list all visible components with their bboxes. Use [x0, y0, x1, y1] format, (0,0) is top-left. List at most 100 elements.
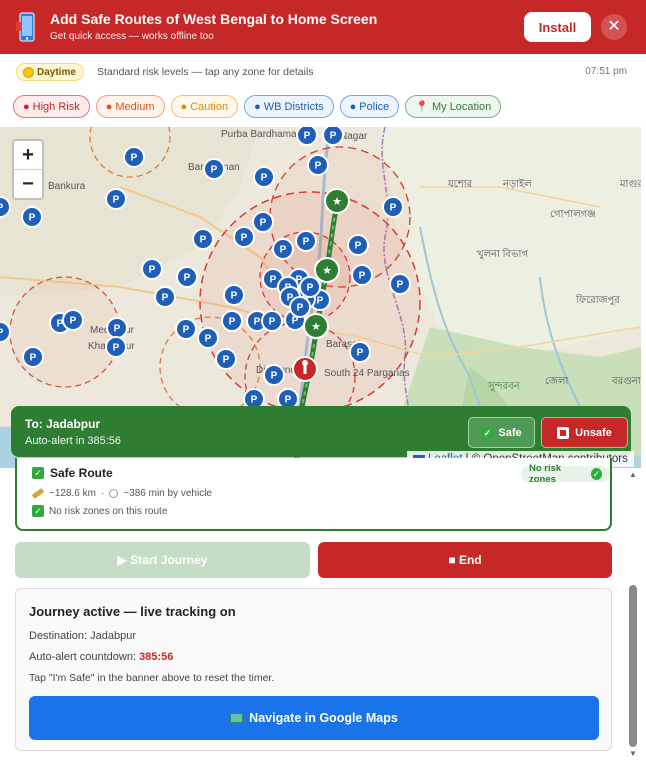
police-marker-icon[interactable]: P [289, 296, 311, 318]
install-banner-title: Add Safe Routes of West Bengal to Home S… [50, 11, 378, 27]
svg-text:P: P [231, 291, 238, 302]
svg-text:P: P [269, 317, 276, 328]
svg-text:P: P [30, 353, 37, 364]
zoom-control: + − [12, 139, 44, 200]
filter-my-location[interactable]: 📍 My Location [405, 95, 502, 118]
install-banner-subtitle: Get quick access — works offline too [50, 31, 214, 42]
check-icon: ✓ [32, 467, 44, 479]
zoom-in-button[interactable]: + [14, 141, 42, 170]
svg-text:P: P [271, 371, 278, 382]
police-marker-icon[interactable]: P [299, 276, 321, 298]
end-journey-button[interactable]: ■ End [318, 542, 612, 578]
unsafe-button[interactable]: Unsafe [541, 417, 628, 448]
police-marker-icon[interactable]: P [154, 286, 176, 308]
route-alert-banner: To: Jadabpur Auto-alert in 385:56 ✓ Safe… [11, 406, 631, 457]
svg-text:P: P [113, 343, 120, 354]
unsafe-button-label: Unsafe [575, 426, 612, 439]
route-card-title: ✓ Safe Route [32, 466, 113, 480]
scrollbar-thumb[interactable] [629, 585, 637, 747]
police-marker-icon[interactable]: P [261, 310, 283, 332]
svg-text:P: P [183, 325, 190, 336]
svg-text:P: P [355, 241, 362, 252]
svg-text:P: P [29, 213, 36, 224]
svg-text:P: P [223, 355, 230, 366]
install-banner: Add Safe Routes of West Bengal to Home S… [0, 0, 646, 54]
police-marker-icon[interactable]: P [349, 341, 371, 363]
close-banner-button[interactable]: ✕ [601, 14, 627, 40]
filter-caution[interactable]: ● Caution [170, 95, 239, 118]
daytime-badge: Daytime [16, 63, 84, 81]
police-marker-icon[interactable]: P [295, 230, 317, 252]
police-marker-icon[interactable]: P [389, 273, 411, 295]
svg-text:P: P [359, 271, 366, 282]
police-marker-icon[interactable]: P [141, 258, 163, 280]
svg-text:P: P [357, 348, 364, 359]
map-label: Nagar [340, 131, 368, 142]
safe-button-label: Safe [498, 426, 522, 439]
chip-label: High Risk [32, 100, 80, 113]
police-marker-icon[interactable]: P [192, 228, 214, 250]
police-marker-icon[interactable]: P [221, 310, 243, 332]
my-location-pin-icon [292, 356, 318, 382]
police-marker-icon[interactable]: P [62, 309, 84, 331]
separator: · [100, 488, 105, 499]
police-marker-icon[interactable]: P [296, 127, 318, 146]
svg-text:P: P [315, 161, 322, 172]
svg-text:P: P [303, 237, 310, 248]
police-marker-icon[interactable]: P [197, 327, 219, 349]
police-marker-icon[interactable]: P [215, 348, 237, 370]
police-marker-icon[interactable]: P [22, 346, 44, 368]
police-marker-icon[interactable]: P [106, 317, 128, 339]
svg-text:P: P [261, 173, 268, 184]
police-marker-icon[interactable]: P [351, 264, 373, 286]
filter-police[interactable]: ● Police [339, 95, 400, 118]
filter-high-risk[interactable]: ● High Risk [13, 95, 90, 118]
police-marker-icon[interactable]: P [105, 336, 127, 358]
scroll-down-arrow[interactable]: ▼ [629, 749, 637, 758]
police-marker-icon[interactable]: P [123, 146, 145, 168]
police-marker-icon[interactable]: P [272, 238, 294, 260]
svg-text:P: P [285, 395, 292, 406]
map-label: Bankura [48, 181, 86, 192]
police-marker-icon[interactable]: P [175, 318, 197, 340]
police-marker-icon[interactable]: P [347, 234, 369, 256]
police-marker-icon[interactable]: P [176, 266, 198, 288]
map-label: Purba Bardhaman [221, 129, 302, 140]
start-journey-button[interactable]: ▶ Start Journey [15, 542, 310, 578]
police-marker-icon[interactable]: P [223, 284, 245, 306]
map-label: ফিরোজপুর [575, 294, 620, 306]
filter-wb-districts[interactable]: ● WB Districts [244, 95, 334, 118]
police-marker-icon[interactable]: P [203, 158, 225, 180]
no-risk-badge-label: No risk zones [529, 463, 562, 485]
scroll-up-arrow[interactable]: ▲ [629, 470, 637, 479]
police-marker-icon[interactable]: P [105, 188, 127, 210]
clock-icon [109, 489, 119, 498]
police-marker-icon[interactable]: P [382, 196, 404, 218]
police-marker-icon[interactable]: P [21, 206, 43, 228]
svg-text:P: P [297, 303, 304, 314]
svg-text:P: P [0, 203, 4, 214]
svg-text:P: P [211, 165, 218, 176]
police-marker-icon[interactable]: P [252, 211, 274, 233]
countdown-label: Auto-alert countdown: [29, 651, 140, 663]
safe-button[interactable]: ✓ Safe [468, 417, 535, 448]
chip-label: Police [359, 100, 390, 113]
police-marker-icon[interactable]: P [263, 364, 285, 386]
svg-text:P: P [131, 153, 138, 164]
police-marker-icon[interactable]: P [307, 154, 329, 176]
police-marker-icon[interactable]: P [322, 127, 344, 146]
zoom-out-button[interactable]: − [14, 170, 42, 199]
svg-text:P: P [200, 235, 207, 246]
police-marker-icon[interactable]: P [233, 226, 255, 248]
svg-text:P: P [251, 395, 258, 406]
dot-icon: ● [105, 100, 113, 113]
map-label: সুন্দরবন [487, 381, 521, 392]
dot-icon: ● [349, 100, 357, 113]
filter-medium[interactable]: ● Medium [95, 95, 165, 118]
svg-text:★: ★ [322, 265, 332, 277]
navigate-google-maps-button[interactable]: Navigate in Google Maps [29, 696, 599, 740]
install-button[interactable]: Install [524, 12, 591, 42]
police-marker-icon[interactable]: P [253, 166, 275, 188]
svg-text:★: ★ [332, 196, 342, 208]
filter-chips: ● High Risk ● Medium ● Caution ● WB District… [13, 95, 502, 118]
